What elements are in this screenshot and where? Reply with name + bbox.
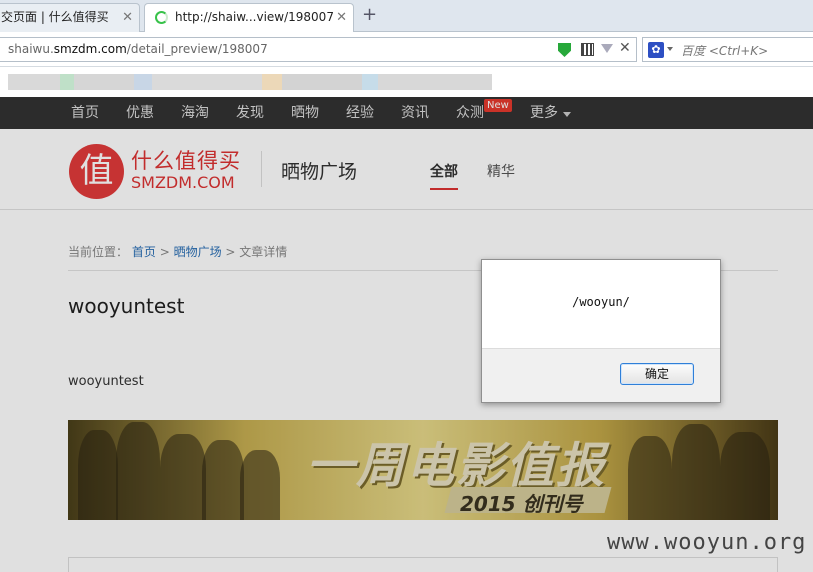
search-placeholder: 百度 <Ctrl+K> [681,44,769,58]
bookmarks-bar [0,67,813,97]
tab-title: 交页面 | 什么值得买 [1,10,109,24]
search-field[interactable]: ✿ 百度 <Ctrl+K> [642,37,813,62]
bookmark-blur [262,74,282,90]
close-icon[interactable]: ✕ [122,4,133,31]
shield-icon[interactable] [558,43,571,57]
baidu-paw-icon[interactable]: ✿ [648,42,664,58]
screenshot-root: 交页面 | 什么值得买 ✕ http://shaiw...view/198007… [0,0,813,572]
loading-icon [155,11,168,24]
tab-title: http://shaiw...view/198007 [175,10,334,24]
url-text: shaiwu.smzdm.com/detail_preview/198007 [8,42,268,56]
alert-message: /wooyun/ [572,295,630,309]
bookmark-blur [134,74,152,90]
tab-active[interactable]: http://shaiw...view/198007 ✕ [144,3,354,33]
watermark: www.wooyun.org [607,530,807,555]
dropdown-arrow-icon[interactable] [601,44,613,53]
bookmark-blur [378,74,492,90]
chevron-down-icon[interactable] [667,47,673,51]
tab-smzdm[interactable]: 交页面 | 什么值得买 ✕ [0,3,140,32]
bookmark-blur [74,74,134,90]
tab-strip: 交页面 | 什么值得买 ✕ http://shaiw...view/198007… [0,0,813,33]
bookmark-blur [8,74,60,90]
ok-button[interactable]: 确定 [620,363,694,385]
dialog-footer: 确定 [482,348,720,402]
address-bar: shaiwu.smzdm.com/detail_preview/198007 ✕… [0,32,813,67]
bookmark-blur [282,74,362,90]
qr-code-icon[interactable] [581,43,594,56]
new-tab-icon[interactable]: + [362,4,377,25]
bookmark-blur [60,74,74,90]
bookmark-blur [152,74,262,90]
url-field[interactable]: shaiwu.smzdm.com/detail_preview/198007 ✕ [0,37,637,62]
bookmark-blur [362,74,378,90]
stop-icon[interactable]: ✕ [619,40,631,56]
alert-dialog: /wooyun/ 确定 [481,259,721,403]
close-icon[interactable]: ✕ [336,4,347,31]
